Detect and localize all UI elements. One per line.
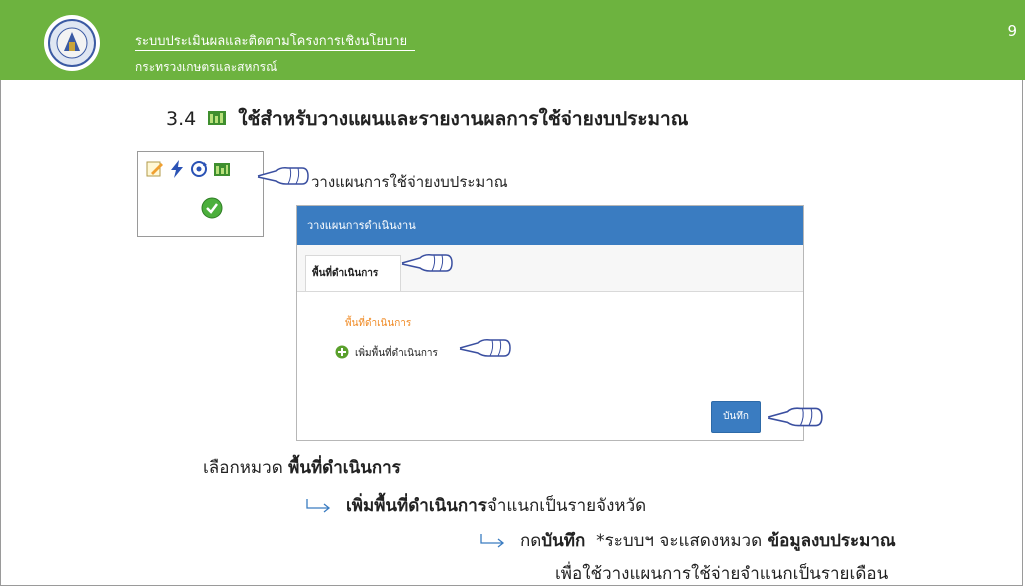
- instruction-text: กด: [520, 531, 542, 551]
- pointing-hand-icon: [767, 407, 823, 427]
- instruction-line-3: กด บันทึก *ระบบฯ จะแสดงหมวด ข้อมูลงบประม…: [480, 527, 896, 554]
- refresh-icon[interactable]: [190, 160, 208, 182]
- page-number: 9: [1007, 22, 1017, 40]
- instruction-bold: เพิ่มพื้นที่ดำเนินการ: [346, 496, 487, 516]
- budget-chart-icon[interactable]: [214, 161, 230, 181]
- action-icons-panel: [137, 151, 264, 237]
- instruction-bold: พื้นที่ดำเนินการ: [288, 458, 401, 478]
- instruction-text: จำแนกเป็นรายจังหวัด: [486, 496, 647, 516]
- dialog-title: วางแผนการดำเนินงาน: [297, 206, 803, 245]
- section-heading-text: ใช้สำหรับวางแผนและรายงานผลการใช้จ่ายงบปร…: [238, 108, 689, 130]
- section-title: พื้นที่ดำเนินการ: [345, 318, 412, 329]
- add-circle-icon: [335, 345, 349, 362]
- system-title: ระบบประเมินผลและติดตามโครงการเชิงนโยบาย: [135, 34, 408, 49]
- budget-chart-icon: [208, 108, 227, 130]
- add-operation-area-button[interactable]: เพิ่มพื้นที่ดำเนินการ: [335, 345, 438, 362]
- instruction-text: *ระบบฯ จะแสดงหมวด: [585, 531, 768, 551]
- instruction-bold: ข้อมูลงบประมาณ: [767, 531, 896, 551]
- check-circle-icon[interactable]: [201, 197, 223, 223]
- dialog-tabs: พื้นที่ดำเนินการ: [297, 245, 803, 292]
- instruction-line-2: เพิ่มพื้นที่ดำเนินการ จำแนกเป็นรายจังหวั…: [306, 492, 646, 519]
- ministry-logo: [44, 15, 100, 71]
- tab-operation-area[interactable]: พื้นที่ดำเนินการ: [305, 255, 401, 291]
- pointing-hand-icon: [401, 254, 453, 272]
- pointing-hand-icon: [257, 167, 309, 185]
- operation-plan-dialog: วางแผนการดำเนินงาน พื้นที่ดำเนินการ พื้น…: [296, 205, 804, 441]
- pointing-hand-icon: [459, 339, 511, 357]
- section-number: 3.4: [166, 108, 197, 130]
- instruction-bold: บันทึก: [541, 531, 586, 551]
- edit-icon[interactable]: [146, 160, 164, 182]
- plan-budget-label: วางแผนการใช้จ่ายงบประมาณ: [311, 173, 508, 191]
- instruction-text: เลือกหมวด: [203, 458, 289, 478]
- save-button[interactable]: บันทึก: [711, 401, 761, 433]
- lightning-icon[interactable]: [170, 160, 184, 182]
- arrow-down-right-icon: [306, 498, 331, 513]
- header-divider: [135, 50, 415, 51]
- section-heading: 3.4 ใช้สำหรับวางแผนและรายงานผลการใช้จ่าย…: [166, 104, 688, 134]
- instruction-line-1: เลือกหมวด พื้นที่ดำเนินการ: [203, 454, 401, 481]
- arrow-down-right-icon: [480, 533, 505, 548]
- instruction-line-4: เพื่อใช้วางแผนการใช้จ่ายจำแนกเป็นรายเดือ…: [555, 564, 889, 584]
- header-banner: ระบบประเมินผลและติดตามโครงการเชิงนโยบาย …: [0, 0, 1025, 80]
- ministry-name: กระทรวงเกษตรและสหกรณ์: [135, 60, 278, 74]
- add-operation-area-label: เพิ่มพื้นที่ดำเนินการ: [355, 348, 438, 359]
